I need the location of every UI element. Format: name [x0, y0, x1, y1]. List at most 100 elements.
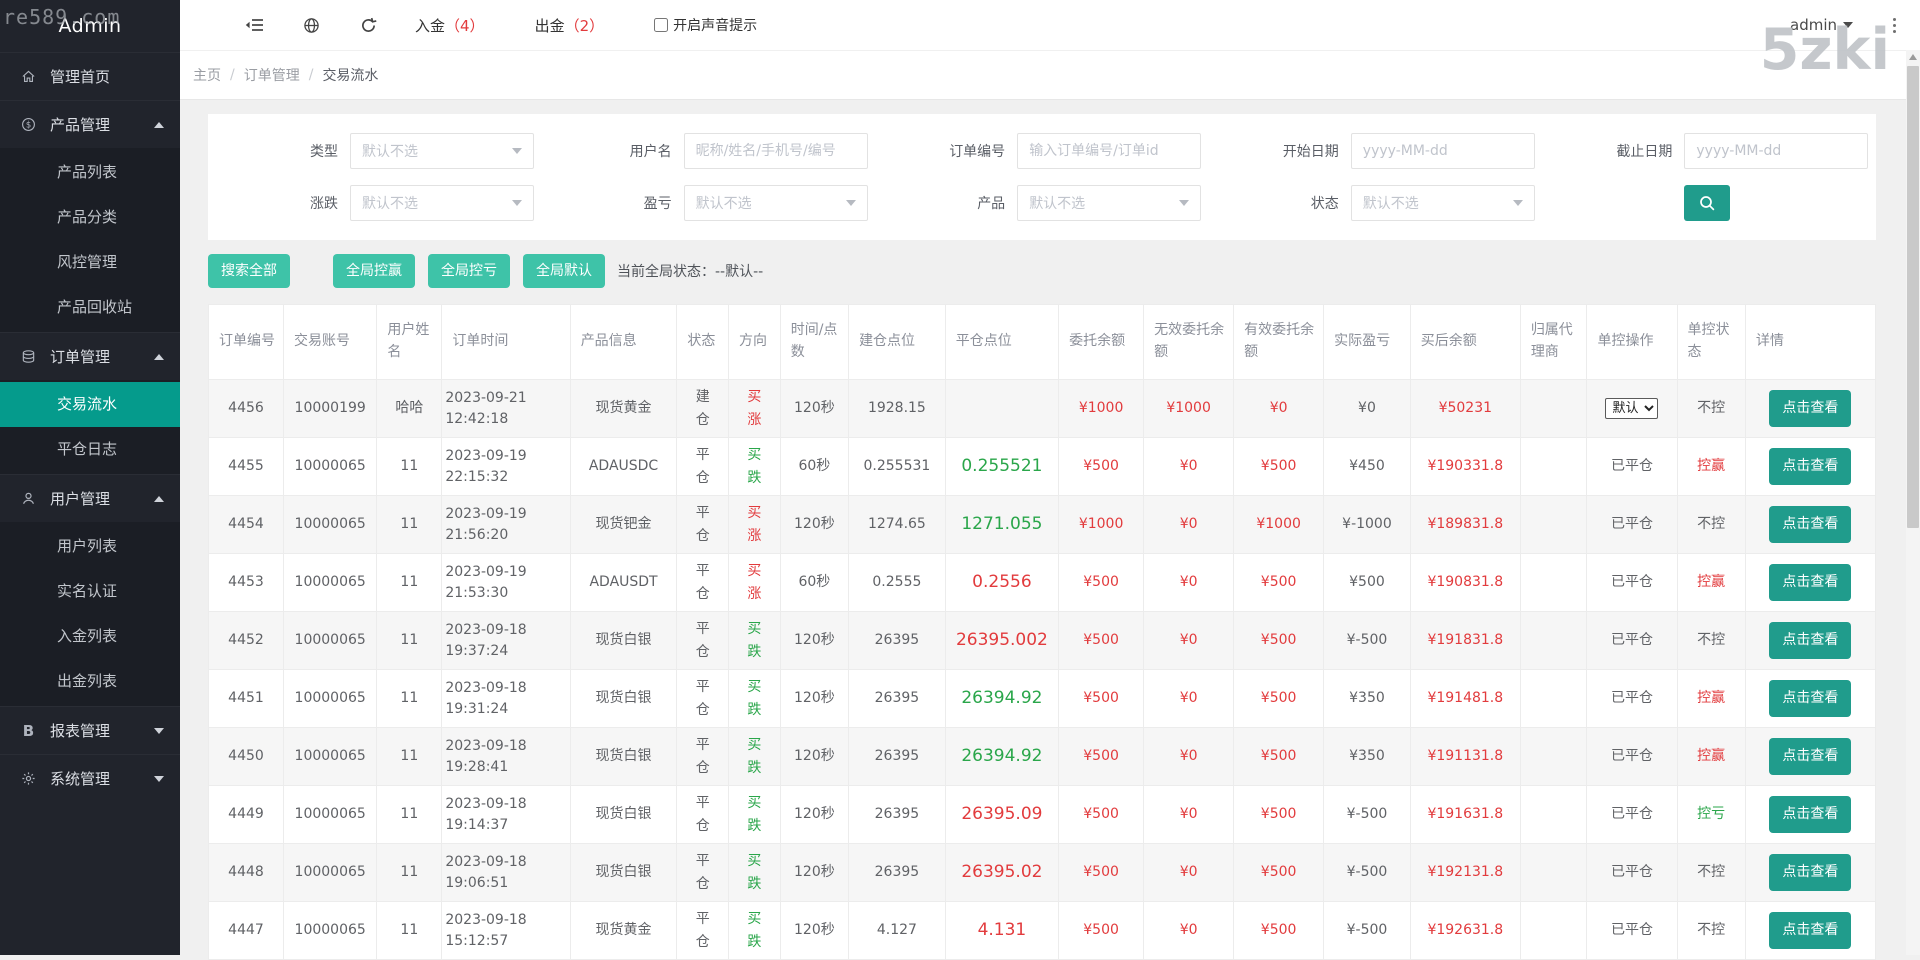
cell-detail: 点击查看 — [1744, 727, 1877, 786]
scrollbar-up-arrow-icon[interactable] — [1909, 54, 1917, 60]
cell-invalid-entrust: ¥0 — [1143, 727, 1235, 786]
collapse-sidebar-icon[interactable] — [244, 17, 264, 33]
sound-checkbox[interactable] — [654, 18, 669, 32]
deposit-link[interactable]: 入金（4） — [415, 15, 485, 36]
table-row: 4452 10000065 11 2023-09-18 19:37:24 现货白银 平仓买… — [208, 611, 1877, 670]
filter-input[interactable] — [1017, 133, 1202, 169]
cell-detail: 点击查看 — [1744, 785, 1877, 844]
sidebar-item-system[interactable]: 系统管理 — [0, 755, 180, 802]
cell-entrust-balance: ¥500 — [1058, 669, 1145, 728]
cell-user-name: 11 — [376, 843, 443, 902]
svg-text:$: $ — [26, 120, 31, 130]
sidebar-subitem[interactable]: 入金列表 — [0, 614, 180, 659]
cell-status: 平仓 — [676, 495, 730, 554]
cell-actual-profit: ¥0 — [1323, 379, 1411, 438]
cell-account: 10000065 — [282, 669, 378, 728]
filter-select[interactable]: 默认不选 — [350, 133, 534, 169]
cell-status: 平仓 — [676, 901, 730, 960]
cell-account: 10000065 — [282, 611, 378, 670]
column-header: 时间/点数 — [779, 304, 850, 380]
sidebar-subitem[interactable]: 实名认证 — [0, 569, 180, 614]
refresh-icon[interactable] — [358, 17, 378, 34]
cell-duration: 120秒 — [779, 901, 850, 960]
sidebar-subitem[interactable]: 交易流水 — [0, 382, 180, 427]
cell-actual-profit: ¥350 — [1323, 727, 1411, 786]
sidebar-subitem[interactable]: 风控管理 — [0, 240, 180, 285]
breadcrumb-order-management[interactable]: 订单管理 — [244, 65, 300, 85]
sidebar-item-report[interactable]: B 报表管理 — [0, 707, 180, 754]
cell-valid-entrust: ¥500 — [1233, 727, 1325, 786]
user-menu[interactable]: admin — [1790, 16, 1853, 34]
filter-select[interactable]: 默认不选 — [683, 185, 868, 221]
filter-input[interactable] — [1350, 133, 1535, 169]
cell-open-point: 0.2555 — [848, 553, 946, 612]
globe-icon[interactable] — [301, 17, 321, 34]
cell-invalid-entrust: ¥0 — [1143, 669, 1235, 728]
filter-select[interactable]: 默认不选 — [1350, 185, 1535, 221]
cell-duration: 120秒 — [779, 669, 850, 728]
filter-label: 盈亏 — [643, 196, 672, 212]
detail-button[interactable]: 点击查看 — [1769, 448, 1852, 485]
filter-input[interactable] — [683, 133, 868, 169]
sidebar-item-label: 产品管理 — [50, 116, 111, 134]
sidebar-subitem[interactable]: 用户列表 — [0, 524, 180, 569]
cell-control-op: 已平仓 — [1586, 437, 1678, 496]
sidebar-subitem[interactable]: 产品分类 — [0, 195, 180, 240]
detail-button[interactable]: 点击查看 — [1769, 796, 1852, 833]
cell-control-status: 控赢 — [1676, 669, 1746, 728]
cell-detail: 点击查看 — [1744, 437, 1877, 496]
sidebar-item-product[interactable]: $ 产品管理 — [0, 101, 180, 148]
page-scrollbar[interactable] — [1906, 50, 1920, 955]
sidebar-item-home[interactable]: 管理首页 — [0, 53, 180, 100]
table-row: 4449 10000065 11 2023-09-18 19:14:37 现货白银 平仓买… — [208, 785, 1877, 844]
sidebar-subitem[interactable]: 产品列表 — [0, 150, 180, 195]
global-default-button[interactable]: 全局默认 — [523, 254, 605, 288]
control-select[interactable]: 默认 — [1605, 398, 1659, 419]
cell-product: ADAUSDT — [569, 553, 678, 612]
sidebar-item-label: 报表管理 — [50, 722, 111, 740]
sidebar-subitem[interactable]: 出金列表 — [0, 659, 180, 704]
filter-label: 开始日期 — [1282, 144, 1339, 160]
detail-button[interactable]: 点击查看 — [1769, 912, 1852, 949]
filter-select[interactable]: 默认不选 — [1017, 185, 1202, 221]
cell-open-point: 4.127 — [848, 901, 946, 960]
global-win-button[interactable]: 全局控赢 — [333, 254, 415, 288]
more-options-icon[interactable] — [1891, 16, 1898, 35]
detail-button[interactable]: 点击查看 — [1769, 854, 1852, 891]
detail-button[interactable]: 点击查看 — [1769, 506, 1852, 543]
sidebar-item-order[interactable]: 订单管理 — [0, 333, 180, 380]
detail-button[interactable]: 点击查看 — [1769, 622, 1852, 659]
scrollbar-thumb[interactable] — [1907, 66, 1919, 528]
filter-group: 开始日期 — [1209, 133, 1543, 169]
cell-close-point: 0.2556 — [944, 553, 1060, 612]
detail-button[interactable]: 点击查看 — [1769, 390, 1852, 427]
cell-valid-entrust: ¥500 — [1233, 843, 1325, 902]
cell-account: 10000065 — [282, 437, 378, 496]
cell-close-point: 26395.002 — [944, 611, 1060, 670]
cell-direction: 买跌 — [728, 785, 781, 844]
column-header: 无效委托余额 — [1143, 304, 1235, 380]
cell-control-op: 已平仓 — [1586, 727, 1678, 786]
detail-button[interactable]: 点击查看 — [1769, 564, 1852, 601]
cell-status: 平仓 — [676, 785, 730, 844]
cell-entrust-balance: ¥500 — [1058, 437, 1145, 496]
filter-input[interactable] — [1684, 133, 1869, 169]
gear-icon — [20, 771, 37, 786]
global-lose-button[interactable]: 全局控亏 — [428, 254, 510, 288]
breadcrumb-home[interactable]: 主页 — [193, 65, 221, 85]
cell-product: 现货黄金 — [569, 379, 678, 438]
sidebar-subitem[interactable]: 平仓日志 — [0, 427, 180, 472]
sidebar-subitem[interactable]: 产品回收站 — [0, 285, 180, 330]
search-all-button[interactable]: 搜索全部 — [208, 254, 290, 288]
sidebar-item-user[interactable]: 用户管理 — [0, 475, 180, 522]
app-window: Admin 管理首页 $ 产品管理 产品列表 产品分类 风控管理 产品回收站 订单管理 交易流水… — [0, 0, 1920, 960]
search-button[interactable] — [1684, 185, 1731, 221]
column-header: 买后余额 — [1409, 304, 1521, 380]
detail-button[interactable]: 点击查看 — [1769, 738, 1852, 775]
detail-button[interactable]: 点击查看 — [1769, 680, 1852, 717]
filter-select[interactable]: 默认不选 — [350, 185, 534, 221]
column-header: 订单编号 — [208, 304, 284, 380]
cell-after-balance: ¥192131.8 — [1409, 843, 1521, 902]
cell-order-time: 2023-09-18 15:12:57 — [441, 901, 571, 960]
withdraw-link[interactable]: 出金（2） — [535, 15, 605, 36]
